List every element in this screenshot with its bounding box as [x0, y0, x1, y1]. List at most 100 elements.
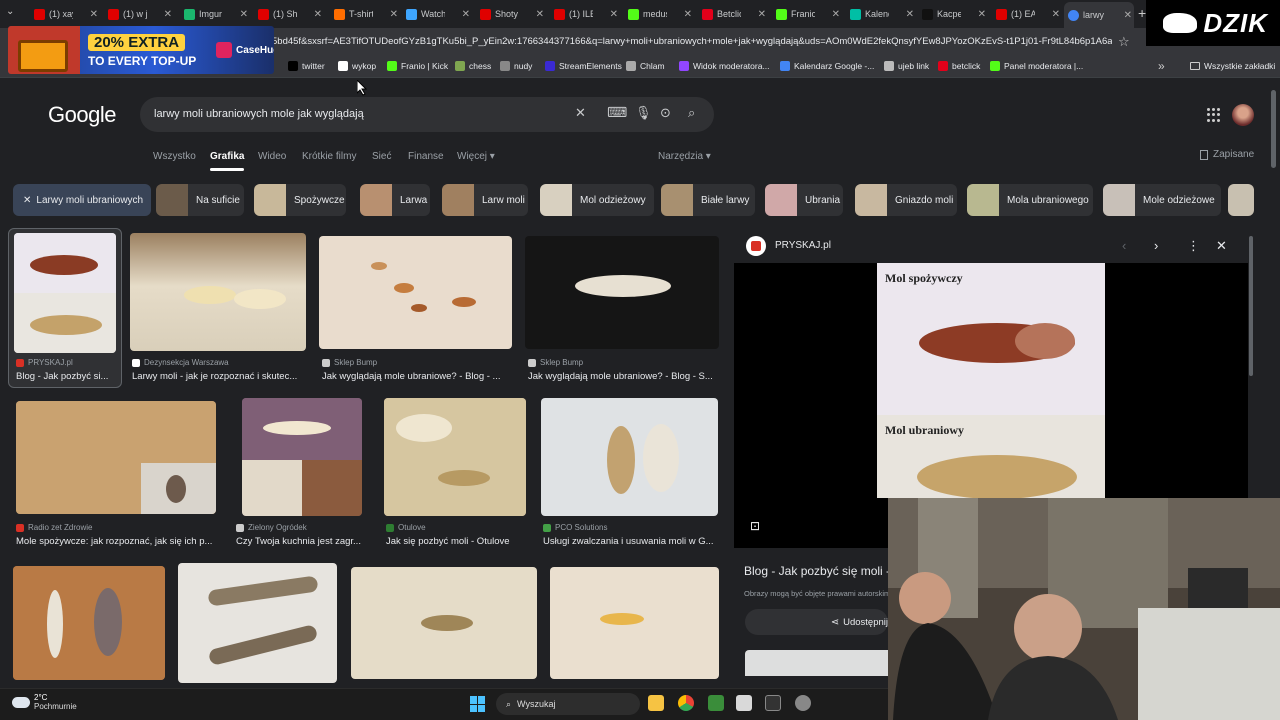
browser-tab[interactable]: Shoty z ✕ [476, 4, 546, 24]
all-bookmarks-folder[interactable]: Wszystkie zakładki [1190, 61, 1275, 71]
app-icon[interactable] [708, 695, 724, 711]
tab-search-icon[interactable]: ⌄ [6, 6, 20, 20]
result-title-7[interactable]: Jak się pozbyć moli - Otulove [386, 536, 536, 547]
browser-tab[interactable]: medusi ✕ [624, 4, 694, 24]
close-tab-icon[interactable]: ✕ [906, 9, 914, 20]
search-tab[interactable]: Więcej ▾ [457, 151, 495, 162]
result-image-1[interactable] [14, 233, 116, 353]
close-tab-icon[interactable]: ✕ [390, 9, 398, 20]
filter-chip[interactable]: Białe larwy [661, 184, 755, 216]
page-scrollbar[interactable] [1271, 90, 1276, 168]
browser-tab[interactable]: Imgur ✕ [180, 4, 250, 24]
browser-tab[interactable]: (1) w ja ✕ [104, 4, 174, 24]
chrome-icon[interactable] [678, 695, 694, 711]
taskbar-search[interactable]: ⌕ Wyszukaj [496, 693, 640, 715]
start-icon[interactable] [470, 696, 486, 712]
close-tab-icon[interactable]: ✕ [1124, 10, 1132, 21]
filter-chip[interactable]: Mola ubraniowego [967, 184, 1093, 216]
search-tab[interactable]: Wideo [258, 151, 286, 162]
result-image-4[interactable] [525, 236, 719, 349]
google-apps-icon[interactable] [1207, 108, 1221, 122]
result-title-5[interactable]: Mole spożywcze: jak rozpoznać, jak się i… [16, 536, 216, 547]
url-field[interactable]: 5bd45f&sxsrf=AE3TifOTUDeofGYzB1gTKu5bi_P… [272, 36, 1112, 47]
filter-chip[interactable]: Na suficie [156, 184, 244, 216]
share-button[interactable]: ⋖ Udostępnij [745, 609, 888, 635]
bookmark-item[interactable]: Franio | Kick [387, 61, 448, 71]
result-title-2[interactable]: Larwy moli - jak je rozpoznać i skutec..… [132, 371, 308, 382]
browser-tab[interactable]: (1) EAT ✕ [992, 4, 1062, 24]
result-image-10[interactable] [178, 563, 337, 683]
browser-tab[interactable]: Franio ✕ [772, 4, 842, 24]
close-tab-icon[interactable]: ✕ [536, 9, 544, 20]
close-tab-icon[interactable]: ✕ [758, 9, 766, 20]
preview-site-name[interactable]: PRYSKAJ.pl [775, 240, 831, 251]
bookmark-item[interactable]: twitter [288, 61, 325, 71]
terminal-icon[interactable] [765, 695, 781, 711]
browser-tab[interactable]: Kalend ✕ [846, 4, 916, 24]
close-tab-icon[interactable]: ✕ [610, 9, 618, 20]
result-image-6[interactable] [242, 398, 362, 516]
filter-chip[interactable]: ✕ Larwy moli ubraniowych [13, 184, 151, 216]
bookmark-item[interactable]: StreamElements [545, 61, 622, 71]
search-tab[interactable]: Finanse [408, 151, 444, 162]
filter-chip[interactable]: Mole odzieżowe [1103, 184, 1221, 216]
settings-icon[interactable] [795, 695, 811, 711]
google-logo[interactable]: Google [48, 102, 116, 128]
result-image-3[interactable] [319, 236, 512, 349]
bookmark-item[interactable]: Kalendarz Google -... [780, 61, 874, 71]
browser-tab[interactable]: (1) ILE ✕ [550, 4, 620, 24]
close-tab-icon[interactable]: ✕ [1052, 9, 1060, 20]
browser-tab[interactable]: (1) Sho ✕ [254, 4, 324, 24]
next-image-icon[interactable]: › [1154, 238, 1158, 253]
close-tab-icon[interactable]: ✕ [314, 9, 322, 20]
weather-widget[interactable]: 2°C Pochmurnie [12, 693, 77, 711]
lens-search-icon[interactable]: ⊡ [750, 519, 760, 533]
bookmark-item[interactable]: Panel moderatora |... [990, 61, 1083, 71]
result-title-1[interactable]: Blog - Jak pozbyć si... [16, 371, 116, 382]
preview-image[interactable]: Mol spożywczy Mol ubraniowy [877, 263, 1105, 498]
lens-icon[interactable]: ⊙ [660, 105, 671, 121]
filter-chip[interactable]: Spożywcze [254, 184, 346, 216]
browser-tab[interactable]: larwy m ✕ [1064, 2, 1134, 28]
search-tab[interactable]: Grafika [210, 151, 244, 162]
close-tab-icon[interactable]: ✕ [164, 9, 172, 20]
snipping-tool-icon[interactable] [736, 695, 752, 711]
search-icon[interactable]: ⌕ [688, 105, 695, 121]
browser-tab[interactable]: T-shirt ✕ [330, 4, 400, 24]
preview-scrollbar[interactable] [1249, 236, 1253, 376]
bookmark-item[interactable]: Widok moderatora... [679, 61, 770, 71]
account-avatar[interactable] [1232, 104, 1254, 126]
browser-tab[interactable]: Kacper ✕ [918, 4, 988, 24]
preview-title[interactable]: Blog - Jak pozbyć się moli - ... [744, 564, 888, 578]
result-image-2[interactable] [130, 233, 306, 351]
result-image-8[interactable] [541, 398, 718, 516]
search-tab[interactable]: Sieć [372, 151, 391, 162]
new-tab-button[interactable]: + [1138, 5, 1146, 21]
keyboard-icon[interactable]: ⌨ [607, 104, 627, 121]
search-input[interactable]: larwy moli ubraniowych mole jak wyglądaj… [154, 108, 364, 120]
result-image-12[interactable] [550, 567, 719, 679]
filter-chip[interactable]: Ubrania [765, 184, 843, 216]
filter-chip-overflow[interactable] [1228, 184, 1254, 216]
search-tab[interactable]: Wszystko [153, 151, 196, 162]
result-title-8[interactable]: Usługi zwalczania i usuwania moli w G... [543, 536, 719, 547]
close-tab-icon[interactable]: ✕ [90, 9, 98, 20]
search-tab[interactable]: Krótkie filmy [302, 151, 356, 162]
browser-tab[interactable]: Watch ✕ [402, 4, 472, 24]
tools-button[interactable]: Narzędzia ▾ [658, 151, 711, 162]
bookmark-star-icon[interactable]: ☆ [1118, 34, 1130, 50]
result-title-6[interactable]: Czy Twoja kuchnia jest zagr... [236, 536, 366, 547]
close-icon[interactable]: ✕ [1216, 238, 1227, 254]
result-image-9[interactable] [13, 566, 165, 680]
bookmark-item[interactable]: betclick [938, 61, 980, 71]
close-tab-icon[interactable]: ✕ [832, 9, 840, 20]
result-title-3[interactable]: Jak wyglądają mole ubraniowe? - Blog - .… [322, 371, 512, 382]
related-image-thumbnail[interactable] [745, 650, 888, 676]
saved-button[interactable]: Zapisane [1200, 149, 1254, 160]
result-image-5[interactable] [16, 401, 216, 514]
close-tab-icon[interactable]: ✕ [462, 9, 470, 20]
bookmark-item[interactable]: ujeb link [884, 61, 929, 71]
result-image-11[interactable] [351, 567, 537, 679]
browser-tab[interactable]: Betclic ✕ [698, 4, 768, 24]
filter-chip[interactable]: Larw moli [442, 184, 528, 216]
